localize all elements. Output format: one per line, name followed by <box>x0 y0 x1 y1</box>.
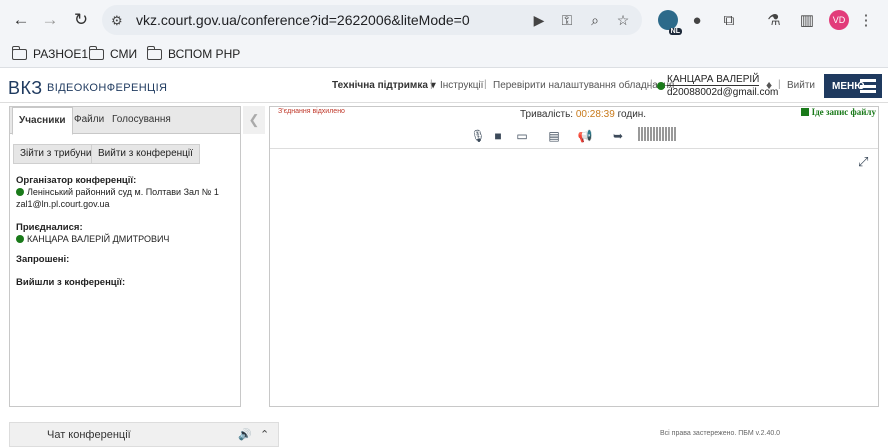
separator: | <box>778 79 781 90</box>
bookmark-folder[interactable]: ВСПОМ PHP <box>146 45 241 62</box>
tab-participants[interactable]: Учасники <box>12 107 73 135</box>
profile-avatar[interactable]: VD <box>829 10 849 30</box>
site-info-icon[interactable]: ⚙ <box>111 13 127 28</box>
logo[interactable]: ВКЗ <box>8 78 43 99</box>
zoom-icon[interactable]: ⌕ <box>586 11 604 29</box>
forward-icon[interactable]: → <box>39 9 61 31</box>
separator: | <box>650 79 653 90</box>
fullscreen-icon[interactable]: ⤢ <box>858 155 872 169</box>
chat-bar[interactable]: Чат конференції 🔊 ⌃ <box>9 422 279 447</box>
check-settings-link[interactable]: Перевірити налаштування обладнання <box>493 80 674 91</box>
online-status-icon <box>657 82 665 90</box>
browser-toolbar: ← → ↻ ⚙ vkz.court.gov.ua/conference?id=2… <box>0 0 888 40</box>
bookmark-folder[interactable]: СМИ <box>88 45 138 62</box>
side-panel-icon[interactable]: ▥ <box>796 9 818 31</box>
logout-link[interactable]: Вийти <box>787 80 815 91</box>
duration-unit: годин. <box>617 109 647 120</box>
document-icon[interactable]: ▤ <box>546 128 562 144</box>
pin-icon[interactable]: ♦ <box>766 78 772 92</box>
leave-conference-button[interactable]: Вийти з конференції <box>91 144 200 164</box>
divider <box>270 148 878 149</box>
organizer-title: Організатор конференції: <box>16 175 137 186</box>
panel-tabs: Учасники Файли Голосування <box>10 107 240 135</box>
tab-voting[interactable]: Голосування <box>106 107 177 134</box>
bookmark-label: РАЗНОЕ1 <box>33 47 88 61</box>
bookmark-label: СМИ <box>110 47 138 61</box>
app-header: ВКЗ ВІДЕОКОНФЕРЕНЦІЯ Технічна підтримка … <box>0 69 888 103</box>
separator: | <box>430 79 433 90</box>
back-icon[interactable]: ← <box>10 9 32 31</box>
announce-icon[interactable]: 📢 <box>577 128 593 144</box>
folder-icon <box>88 45 104 60</box>
folder-icon <box>146 45 162 60</box>
extension-badge: NL <box>668 28 682 35</box>
instructions-link[interactable]: Інструкції <box>440 80 483 91</box>
invited-title: Запрошені: <box>16 254 70 265</box>
microphone-icon[interactable]: 🎙 <box>470 128 486 144</box>
menu-button[interactable]: МЕНЮ <box>824 74 882 98</box>
logo-subtitle: ВІДЕОКОНФЕРЕНЦІЯ <box>47 82 168 94</box>
bookmark-folder[interactable]: РАЗНОЕ1 <box>11 45 88 62</box>
copyright-text: Всі права застережено. ПБМ v.2.40.0 <box>660 430 781 437</box>
folder-icon <box>11 45 27 60</box>
extensions-puzzle-icon[interactable]: ⧉ <box>718 9 740 31</box>
address-bar[interactable]: ⚙ vkz.court.gov.ua/conference?id=2622006… <box>102 5 642 35</box>
extension-nl-icon[interactable]: NL <box>658 10 682 35</box>
connection-rejected-text: З'єднання відхилено <box>278 108 345 115</box>
joined-entry: КАНЦАРА ВАЛЕРІЙ ДМИТРОВИЧ <box>16 234 169 244</box>
chat-label: Чат конференції <box>47 429 131 441</box>
more-menu-icon[interactable]: ⋮ <box>855 9 877 31</box>
camera-icon[interactable]: ■ <box>490 128 506 144</box>
extension-planet-icon[interactable]: ● <box>686 9 708 31</box>
bookmark-label: ВСПОМ PHP <box>168 47 241 61</box>
organizer-email: zal1@ln.pl.court.gov.ua <box>16 199 110 209</box>
recording-label: Іде запис файлу <box>811 107 876 117</box>
user-email: d20088002d@gmail.com <box>667 87 779 98</box>
recording-icon <box>800 108 809 116</box>
bookmarks-bar: РАЗНОЕ1 СМИ ВСПОМ PHP <box>0 40 888 68</box>
duration-label: Тривалість: <box>520 109 574 120</box>
joined-title: Приєдналися: <box>16 222 83 233</box>
key-icon[interactable]: ⚿ <box>558 11 576 29</box>
organizer-name: Ленінський районний суд м. Полтави Зал №… <box>27 187 219 197</box>
participants-panel: Учасники Файли Голосування Зійти з трибу… <box>9 106 241 407</box>
recording-status: Іде запис файлу <box>800 107 876 117</box>
exit-icon[interactable]: ➥ <box>610 128 626 144</box>
star-icon[interactable]: ☆ <box>614 11 632 29</box>
separator: | <box>484 79 487 90</box>
leave-tribune-button[interactable]: Зійти з трибуни <box>13 144 99 164</box>
duration-display: Тривалість: 00:28:39 годин. <box>520 109 646 120</box>
chevron-up-icon[interactable]: ⌃ <box>260 428 269 441</box>
left-title: Вийшли з конференції: <box>16 277 126 288</box>
lab-flask-icon[interactable]: ⚗ <box>763 9 785 31</box>
audio-level-meter <box>638 127 680 141</box>
tab-files[interactable]: Файли <box>68 107 110 134</box>
user-name[interactable]: КАНЦАРА ВАЛЕРІЙ <box>667 74 760 86</box>
online-status-icon <box>16 235 24 243</box>
collapse-panel-chevron-icon[interactable]: ❮ <box>243 106 265 134</box>
conference-panel: З'єднання відхилено Тривалість: 00:28:39… <box>269 106 879 407</box>
online-status-icon <box>16 188 24 196</box>
organizer-entry: Ленінський районний суд м. Полтави Зал №… <box>16 187 219 197</box>
duration-value: 00:28:39 <box>575 109 615 120</box>
hamburger-icon <box>860 79 876 93</box>
url-text[interactable]: vkz.court.gov.ua/conference?id=2622006&l… <box>136 12 470 28</box>
participant-name: КАНЦАРА ВАЛЕРІЙ ДМИТРОВИЧ <box>27 234 170 244</box>
reload-icon[interactable]: ↻ <box>70 9 92 31</box>
camera-icon[interactable]: ▶ <box>530 11 548 29</box>
sound-icon[interactable]: 🔊 <box>238 428 252 441</box>
screen-share-icon[interactable]: ▭ <box>514 128 530 144</box>
support-menu[interactable]: Технічна підтримка ▾ <box>332 80 436 91</box>
